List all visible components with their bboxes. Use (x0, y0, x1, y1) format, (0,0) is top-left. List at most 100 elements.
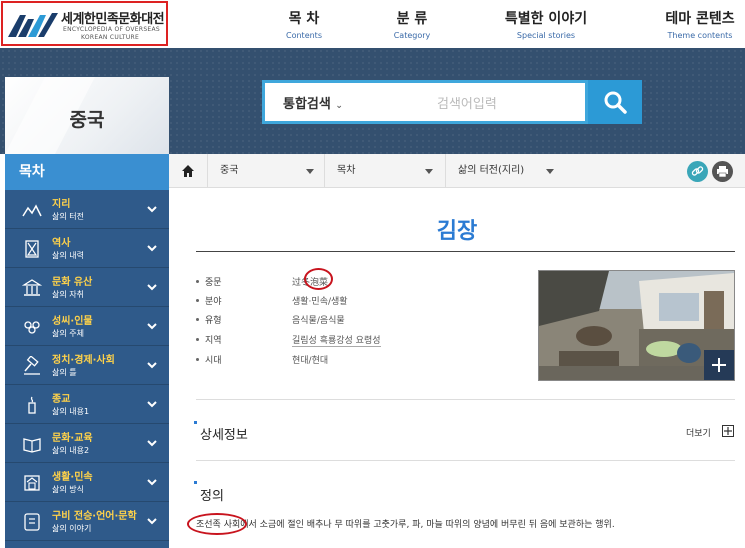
sidebar-item-sub: 삶의 자취 (52, 290, 84, 299)
region-title: 중국 (69, 109, 105, 131)
sidebar-item-label: 문화·교육 (52, 433, 93, 444)
meta-key: 유형 (205, 316, 222, 326)
pen-icon (24, 513, 40, 531)
gavel-icon (24, 356, 40, 375)
search-icon (604, 91, 627, 114)
title-underline (196, 251, 735, 252)
sidebar: 목차 지리 삶의 터전 역사 삶의 내력 문화 유산 삶의 자취 성씨·인물 삶… (5, 154, 169, 548)
nav-special-stories[interactable]: 특별한 이야기 Special stories (500, 8, 592, 40)
sidebar-item-history[interactable]: 역사 삶의 내력 (5, 229, 169, 268)
sidebar-item-education[interactable]: 문화·교육 삶의 내용2 (5, 424, 169, 463)
house-icon (24, 475, 40, 491)
sidebar-item-sub: 삶의 방식 (52, 485, 84, 494)
print-icon (717, 166, 728, 178)
sidebar-item-label: 정치·경제·사회 (52, 355, 115, 366)
sidebar-item-label: 문화 유산 (52, 277, 93, 288)
candle-icon (28, 396, 36, 414)
chevron-down-icon (147, 440, 157, 447)
site-logo[interactable]: 세계한민족문화대전 ENCYCLOPEDIA OF OVERSEAS KOREA… (1, 1, 168, 46)
bullet-icon (196, 358, 199, 361)
bullet-icon (196, 299, 199, 302)
photo-expand-button[interactable] (704, 350, 734, 380)
annotation-circle (304, 268, 333, 290)
sidebar-item-geography[interactable]: 지리 삶의 터전 (5, 190, 169, 229)
sidebar-item-sub: 삶의 주체 (52, 329, 84, 338)
meta-value: 현대/현대 (292, 356, 329, 366)
sidebar-item-label: 구비 전승·언어·문학 (52, 511, 137, 522)
sidebar-item-politics[interactable]: 정치·경제·사회 삶의 틀 (5, 346, 169, 385)
nav-theme-contents[interactable]: 테마 콘텐츠 Theme contents (660, 8, 740, 40)
nav-category[interactable]: 분 류 Category (388, 8, 436, 40)
site-header: 세계한민족문화대전 ENCYCLOPEDIA OF OVERSEAS KOREA… (0, 0, 745, 48)
search-input[interactable]: 검색어입력 (437, 93, 497, 112)
detail-heading: 상세정보 (200, 428, 248, 443)
meta-value: 음식물/음식물 (292, 316, 345, 326)
home-icon[interactable] (181, 164, 195, 178)
search-button[interactable] (588, 80, 642, 124)
more-link[interactable]: 더보기 (686, 426, 711, 439)
section-divider (196, 399, 735, 400)
search-scope-label: 통합검색 (283, 97, 331, 112)
plus-icon (712, 358, 726, 372)
sidebar-item-folk[interactable]: 생활·민속 삶의 방식 (5, 463, 169, 502)
breadcrumb-label: 중국 (220, 165, 239, 176)
sidebar-item-religion[interactable]: 종교 삶의 내용1 (5, 385, 169, 424)
chevron-down-icon (147, 245, 157, 252)
nav-contents-sub: Contents (286, 31, 322, 40)
breadcrumb-contents-select[interactable]: 목차 (324, 154, 441, 188)
print-button[interactable] (712, 161, 733, 182)
chevron-down-icon (147, 284, 157, 291)
sidebar-item-label: 역사 (52, 238, 71, 249)
bullet-icon (196, 338, 199, 341)
definition-heading: 정의 (200, 489, 224, 504)
people-icon (24, 321, 40, 334)
meta-key: 중문 (205, 278, 222, 288)
logo-subtitle-1: ENCYCLOPEDIA OF OVERSEAS (63, 26, 161, 33)
breadcrumb-section-select[interactable]: 삶의 터전(지리) (445, 154, 562, 188)
hero-banner: 중국 통합검색 ⌄ 검색어입력 (0, 48, 745, 154)
sidebar-item-label: 생활·민속 (52, 472, 93, 483)
nav-contents[interactable]: 목 차 Contents (280, 8, 328, 40)
breadcrumb-label: 삶의 터전(지리) (458, 165, 525, 176)
meta-key: 시대 (205, 356, 222, 366)
dropdown-arrow-icon (546, 169, 554, 174)
article-photo[interactable] (538, 270, 735, 381)
search-scope-select[interactable]: 통합검색 ⌄ (283, 93, 343, 112)
sidebar-item-heritage[interactable]: 문화 유산 삶의 자취 (5, 268, 169, 307)
sidebar-item-sub: 삶의 내용2 (52, 446, 90, 455)
section-marker (194, 481, 197, 484)
link-icon (691, 166, 704, 176)
more-button[interactable] (722, 425, 734, 437)
breadcrumb: 중국 목차 삶의 터전(지리) (169, 154, 745, 188)
mountain-icon (22, 204, 42, 217)
nav-theme-contents-label: 테마 콘텐츠 (665, 11, 735, 27)
sidebar-item-label: 지리 (52, 199, 71, 210)
meta-value: 생활·민속/생활 (292, 297, 348, 307)
hourglass-icon (25, 240, 39, 258)
page: 세계한민족문화대전 ENCYCLOPEDIA OF OVERSEAS KOREA… (0, 0, 745, 548)
nav-category-label: 분 류 (396, 11, 428, 27)
sidebar-item-people[interactable]: 성씨·인물 삶의 주체 (5, 307, 169, 346)
chevron-down-icon (147, 518, 157, 525)
section-marker (194, 421, 197, 424)
nav-contents-label: 목 차 (288, 11, 320, 27)
sidebar-item-sub: 삶의 터전 (52, 212, 84, 221)
bullet-icon (196, 318, 199, 321)
region-title-box: 중국 (5, 77, 169, 154)
article-title: 김장 (436, 219, 478, 244)
section-divider (196, 460, 735, 461)
sidebar-item-sub: 삶의 틀 (52, 368, 77, 377)
annotation-circle (187, 513, 247, 535)
definition-text: 조선족 사회에서 소금에 절인 배추나 무 따위를 고춧가루, 파, 마늘 따위… (196, 520, 615, 530)
share-link-button[interactable] (687, 161, 708, 182)
chevron-down-icon (147, 401, 157, 408)
sidebar-item-sub: 삶의 내용1 (52, 407, 90, 416)
bullet-icon (196, 280, 199, 283)
logo-mark-icon (8, 13, 58, 37)
plus-icon (724, 427, 732, 435)
breadcrumb-region-select[interactable]: 중국 (207, 154, 324, 188)
meta-key: 지역 (205, 336, 222, 346)
sidebar-item-literature[interactable]: 구비 전승·언어·문학 삶의 이야기 (5, 502, 169, 541)
meta-value-link[interactable]: 길림성 흑룡강성 요령성 (292, 333, 381, 347)
chevron-down-icon (147, 323, 157, 330)
